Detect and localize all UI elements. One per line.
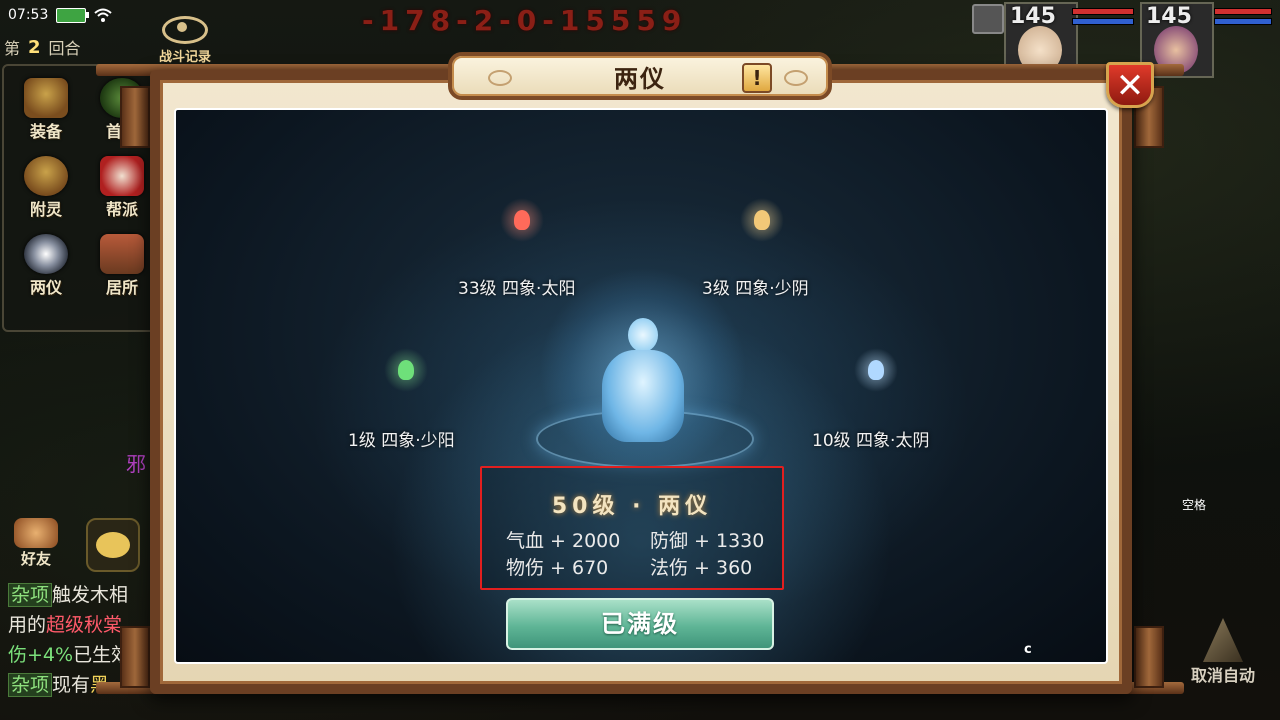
menu-equipment-button[interactable]: 装备: [14, 74, 78, 141]
friends-button[interactable]: 好友: [8, 518, 64, 569]
menu-label: 居所: [105, 278, 138, 297]
menu-spirit-button[interactable]: 附灵: [14, 152, 78, 219]
gold-orb-icon: [754, 210, 770, 230]
frame-pillar: [1134, 626, 1164, 688]
meditating-spirit-figure: [540, 266, 746, 476]
leaf-orb-icon: [398, 360, 414, 380]
chat-buff: 伤+4%: [8, 644, 74, 666]
round-suffix: 回合: [48, 39, 81, 58]
fire-orb-icon: [514, 210, 530, 230]
dialog-title-plaque: 两仪 !: [448, 52, 832, 100]
menu-residence-button[interactable]: 居所: [90, 230, 154, 297]
wifi-icon: [94, 8, 113, 22]
menu-guild-button[interactable]: 帮派: [90, 152, 154, 219]
max-level-button[interactable]: 已满级: [506, 598, 774, 650]
portrait-level: 145: [1146, 4, 1192, 29]
stats-title: 50级 · 两仪: [551, 494, 713, 519]
info-button[interactable]: !: [742, 63, 772, 93]
battle-record-label: 战斗记录: [158, 50, 211, 65]
frame-pillar: [120, 626, 150, 688]
chat-bubble-icon: [96, 532, 130, 558]
side-character-glyph: 邪: [126, 452, 146, 476]
node-label-shaoyin: 3级 四象·少阴: [702, 279, 809, 299]
status-bar: 07:53: [8, 4, 113, 26]
round-counter: 第 2 回合: [4, 34, 124, 60]
cloud-ornament-icon: [488, 70, 512, 86]
node-shaoyin[interactable]: [740, 198, 784, 242]
mp-bar: [1072, 18, 1134, 25]
armor-icon: [24, 78, 68, 118]
chat-line: 杂项 触发木相: [8, 580, 150, 610]
chat-button[interactable]: [86, 518, 140, 572]
cancel-auto-label: 取消自动: [1190, 666, 1255, 685]
hp-bar: [1072, 8, 1134, 15]
node-label-taiyin: 10级 四象·太阴: [812, 431, 930, 451]
damage-number: -178-2-0-15559: [362, 4, 688, 37]
battle-record-button[interactable]: 战斗记录: [148, 16, 222, 65]
menu-label: 两仪: [29, 278, 62, 297]
status-time: 07:53: [8, 7, 49, 23]
friends-label: 好友: [20, 550, 51, 568]
medallion-icon: [24, 156, 68, 196]
chat-tag: 杂项: [8, 673, 53, 697]
handshake-icon: [14, 518, 58, 548]
menu-label: 装备: [29, 122, 62, 141]
spirit-body: [602, 350, 684, 442]
round-number: 2: [28, 36, 41, 58]
chat-item-name: 超级秋棠: [46, 614, 123, 636]
node-label-shaoyang: 1级 四象·少阳: [348, 431, 455, 451]
guild-banner-icon: [100, 156, 144, 196]
menu-liangyi-button[interactable]: 两仪: [14, 230, 78, 297]
spirit-head: [628, 318, 658, 352]
frame-pillar: [120, 86, 150, 148]
liangyi-stats-panel: 50级 · 两仪 气血 + 2000 防御 + 1330 物伤 + 670 法伤…: [480, 466, 784, 590]
cancel-auto-button[interactable]: 取消自动: [1186, 618, 1260, 686]
node-taiyang[interactable]: [500, 198, 544, 242]
portrait-level: 145: [1010, 4, 1056, 29]
frost-orb-icon: [868, 360, 884, 380]
close-button[interactable]: ✕: [1106, 62, 1154, 108]
house-icon: [100, 234, 144, 274]
stat-defense: 防御 + 1330: [650, 530, 765, 552]
node-label-taiyang: 33级 四象·太阳: [458, 279, 576, 299]
swirl-icon: [24, 234, 68, 274]
cloud-ornament-icon: [784, 70, 808, 86]
status-badge-icon: [972, 4, 1004, 34]
menu-label: 帮派: [105, 200, 138, 219]
menu-label: 附灵: [29, 200, 62, 219]
sword-icon: [1203, 618, 1243, 662]
chat-text: 触发木相: [52, 584, 129, 606]
chat-text: 用的: [8, 614, 47, 636]
corner-mark: c: [1024, 642, 1032, 657]
mp-bar: [1214, 18, 1272, 25]
battery-icon: [56, 7, 90, 23]
stat-hp: 气血 + 2000: [506, 530, 621, 552]
round-prefix: 第: [4, 39, 21, 58]
chat-tag: 杂项: [8, 583, 53, 607]
eye-icon: [162, 16, 208, 44]
space-hint: 空格: [1182, 498, 1207, 512]
stat-phys-damage: 物伤 + 670: [506, 557, 609, 579]
dialog-title: 两仪: [614, 64, 666, 93]
chat-text: 现有: [52, 674, 91, 696]
node-taiyin[interactable]: [854, 348, 898, 392]
hp-bar: [1214, 8, 1272, 15]
stat-magic-damage: 法伤 + 360: [650, 557, 753, 579]
node-shaoyang[interactable]: [384, 348, 428, 392]
